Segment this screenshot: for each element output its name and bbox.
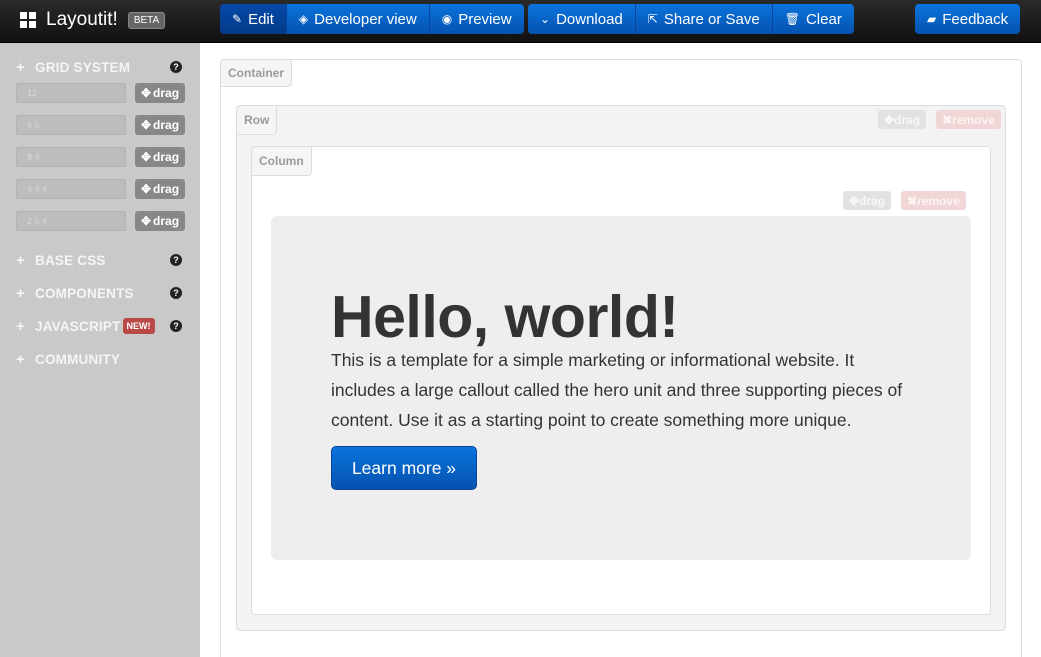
trash-icon: 🗑: [784, 12, 800, 26]
remove-label: remove: [952, 112, 995, 127]
row-label: Row: [236, 105, 278, 135]
feedback-button[interactable]: ▰ Feedback: [915, 4, 1021, 34]
share-label: Share or Save: [663, 10, 760, 28]
brand-name: Layoutit!: [46, 9, 118, 30]
eye-icon: ◉: [441, 12, 453, 26]
drag-label: drag: [859, 193, 886, 208]
drag-button[interactable]: ✥ drag: [135, 147, 185, 167]
drag-button[interactable]: ✥ drag: [135, 115, 185, 135]
developer-view-label: Developer view: [314, 10, 417, 28]
plus-icon: +: [16, 58, 25, 76]
preview-label: Preview: [458, 10, 512, 28]
download-button[interactable]: ⌄ Download: [528, 4, 636, 34]
grid-row-item: 8 4 ✥ drag: [16, 147, 186, 167]
move-icon: ✥: [883, 112, 895, 127]
close-icon: ✖: [942, 112, 953, 127]
feedback-label: Feedback: [942, 10, 1009, 28]
preview-button[interactable]: ◉ Preview: [429, 4, 524, 34]
top-navbar: Layoutit! BETA ✎ Edit ◈ Developer view ◉…: [0, 0, 1041, 43]
move-icon: ✥: [140, 214, 152, 228]
plus-icon: +: [16, 350, 25, 368]
help-icon[interactable]: ?: [170, 254, 182, 266]
download-label: Download: [556, 10, 623, 28]
row-drag-button[interactable]: ✥ drag: [878, 110, 926, 129]
plus-icon: +: [16, 251, 25, 269]
edit-icon: ✎: [232, 12, 243, 26]
new-badge: NEW!: [122, 318, 155, 334]
move-icon: ✥: [140, 118, 152, 132]
grid-input[interactable]: 4 4 4: [16, 179, 126, 199]
plus-icon: +: [16, 284, 25, 302]
help-icon[interactable]: ?: [170, 61, 182, 73]
share-icon: ⇱: [647, 12, 658, 26]
grid-row-item: 4 4 4 ✥ drag: [16, 179, 186, 199]
developer-view-button[interactable]: ◈ Developer view: [286, 4, 430, 34]
drag-label: drag: [894, 112, 921, 127]
remove-label: remove: [917, 193, 960, 208]
move-icon: ✥: [140, 182, 152, 196]
section-title: GRID SYSTEM: [35, 59, 131, 75]
column-label: Column: [251, 146, 312, 176]
beta-badge: BETA: [127, 11, 166, 29]
section-title: JAVASCRIPT: [35, 318, 121, 334]
hero-text: This is a template for a simple marketin…: [331, 350, 903, 430]
grid-input[interactable]: 2 6 4: [16, 211, 126, 231]
edit-label: Edit: [248, 10, 274, 28]
share-button[interactable]: ⇱ Share or Save: [635, 4, 773, 34]
drag-label: drag: [153, 214, 180, 228]
feedback-button-group: ▰ Feedback: [915, 4, 1021, 34]
grid-input[interactable]: 6 6: [16, 115, 126, 135]
move-icon: ✥: [848, 193, 860, 208]
grid-row-item: 6 6 ✥ drag: [16, 115, 186, 135]
grid-row-item: 2 6 4 ✥ drag: [16, 211, 186, 231]
hero-heading: Hello, world!: [331, 284, 679, 350]
section-community[interactable]: + COMMUNITY: [16, 350, 186, 368]
learn-more-button[interactable]: Learn more »: [331, 446, 477, 490]
move-icon: ✥: [140, 150, 152, 164]
drag-label: drag: [153, 182, 180, 196]
plus-icon: +: [16, 317, 25, 335]
chevron-down-icon: ⌄: [540, 12, 551, 26]
hero-unit[interactable]: Hello, world! This is a template for a s…: [271, 216, 971, 560]
drag-button[interactable]: ✥ drag: [135, 179, 185, 199]
brand[interactable]: Layoutit! BETA: [20, 8, 166, 32]
help-icon[interactable]: ?: [170, 287, 182, 299]
drag-button[interactable]: ✥ drag: [135, 211, 185, 231]
layout-grid-icon: [20, 12, 36, 28]
section-title: COMPONENTS: [35, 285, 134, 301]
section-grid-system[interactable]: + GRID SYSTEM ?: [16, 58, 186, 76]
edit-button[interactable]: ✎ Edit: [220, 4, 287, 34]
container-label: Container: [220, 59, 293, 87]
grid-input[interactable]: 12: [16, 83, 126, 103]
actions-button-group: ⌄ Download ⇱ Share or Save 🗑 Clear: [528, 4, 854, 34]
section-title: BASE CSS: [35, 252, 106, 268]
section-components[interactable]: + COMPONENTS ?: [16, 284, 186, 302]
grid-row-item: 12 ✥ drag: [16, 83, 186, 103]
column-drag-button[interactable]: ✥ drag: [843, 191, 891, 210]
comment-icon: ▰: [927, 12, 937, 26]
help-icon[interactable]: ?: [170, 320, 182, 332]
drag-label: drag: [153, 118, 180, 132]
section-title: COMMUNITY: [35, 351, 121, 367]
drag-label: drag: [153, 86, 180, 100]
drag-button[interactable]: ✥ drag: [135, 83, 185, 103]
move-icon: ✥: [140, 86, 152, 100]
section-base-css[interactable]: + BASE CSS ?: [16, 251, 186, 269]
grid-input[interactable]: 8 4: [16, 147, 126, 167]
clear-button[interactable]: 🗑 Clear: [772, 4, 854, 34]
drag-label: drag: [153, 150, 180, 164]
eye-slash-icon: ◈: [298, 12, 309, 26]
clear-label: Clear: [805, 10, 842, 28]
mode-button-group: ✎ Edit ◈ Developer view ◉ Preview: [220, 4, 524, 34]
section-javascript[interactable]: + JAVASCRIPT NEW! ?: [16, 317, 186, 335]
row-remove-button[interactable]: ✖ remove: [936, 110, 1001, 129]
close-icon: ✖: [907, 193, 918, 208]
column-remove-button[interactable]: ✖ remove: [901, 191, 966, 210]
